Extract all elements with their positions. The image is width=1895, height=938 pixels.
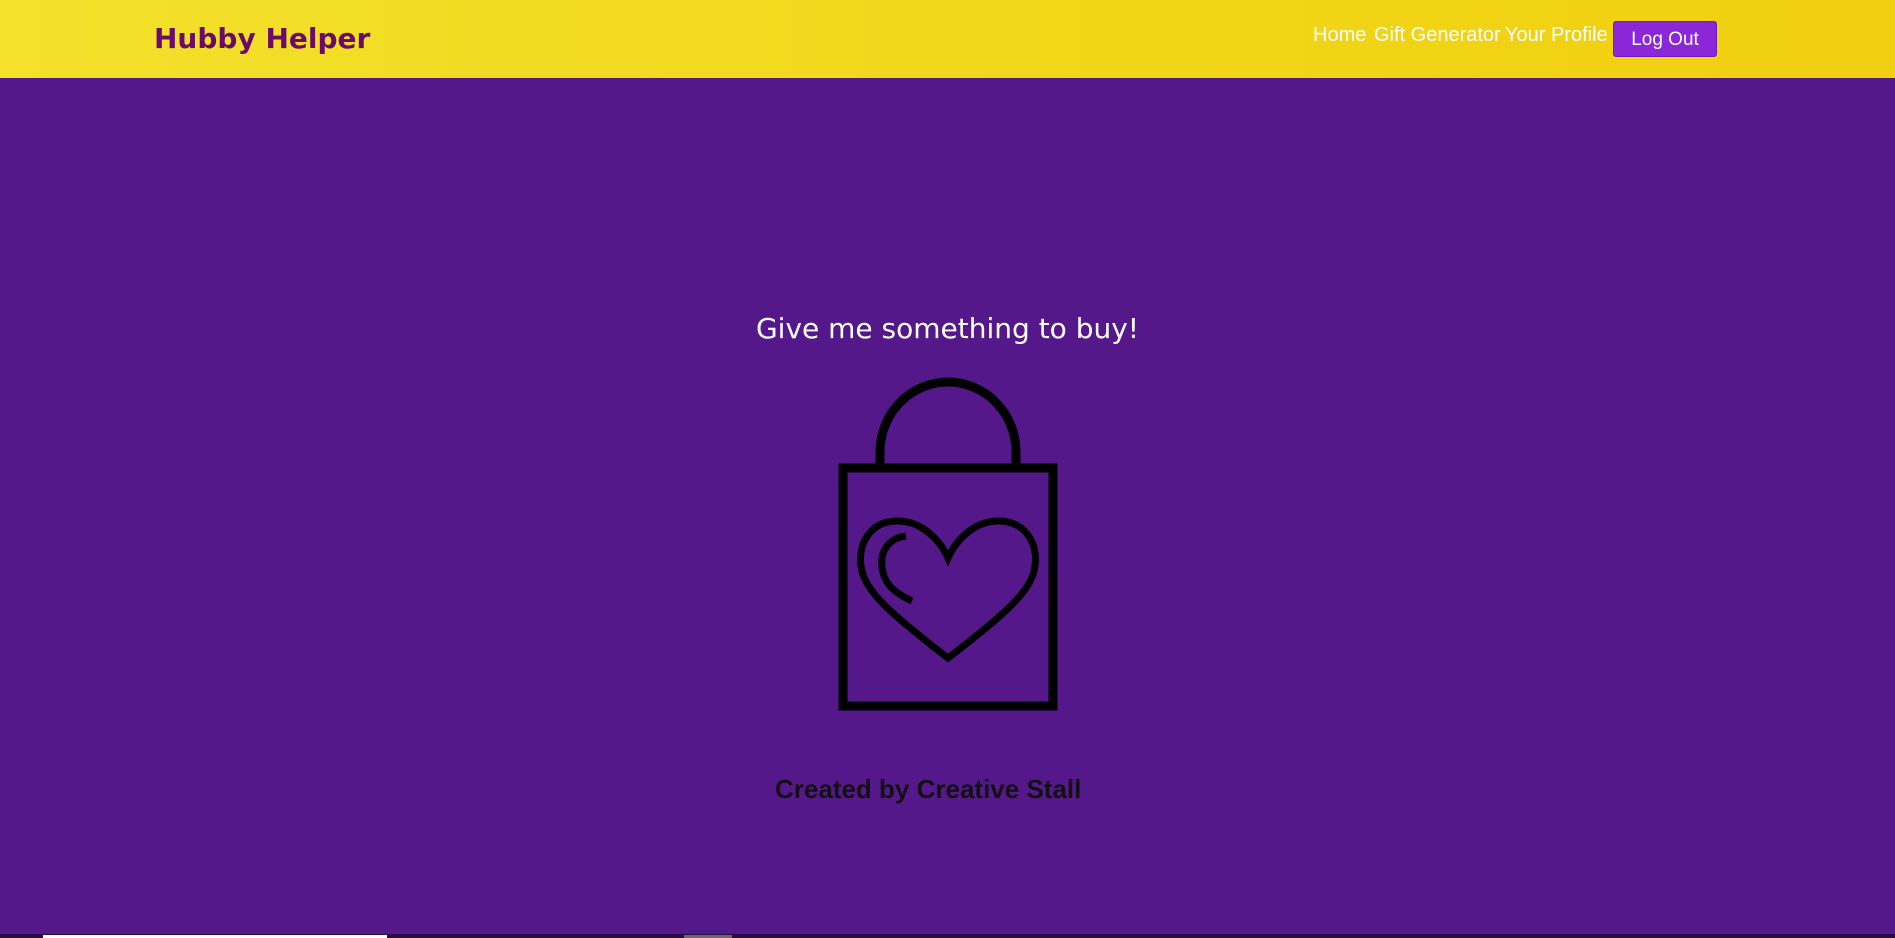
bag-handle xyxy=(875,377,1021,468)
gift-prompt-link[interactable]: Give me something to buy! xyxy=(0,312,1895,345)
bag-body xyxy=(838,463,1058,711)
credit-text: Created by Creative Stall xyxy=(775,774,1082,804)
nav-link-home[interactable]: Home xyxy=(1313,24,1366,47)
top-navbar: Hubby Helper Home Gift Generator Your Pr… xyxy=(0,0,1895,78)
logout-button[interactable]: Log Out xyxy=(1613,21,1717,57)
nav-link-your-profile[interactable]: Your Profile xyxy=(1505,24,1608,47)
heart-swirl xyxy=(878,532,914,605)
brand-logo[interactable]: Hubby Helper xyxy=(154,22,370,55)
nav-link-gift-generator[interactable]: Gift Generator xyxy=(1374,24,1501,47)
shopping-bag-heart-icon[interactable] xyxy=(830,376,1066,716)
